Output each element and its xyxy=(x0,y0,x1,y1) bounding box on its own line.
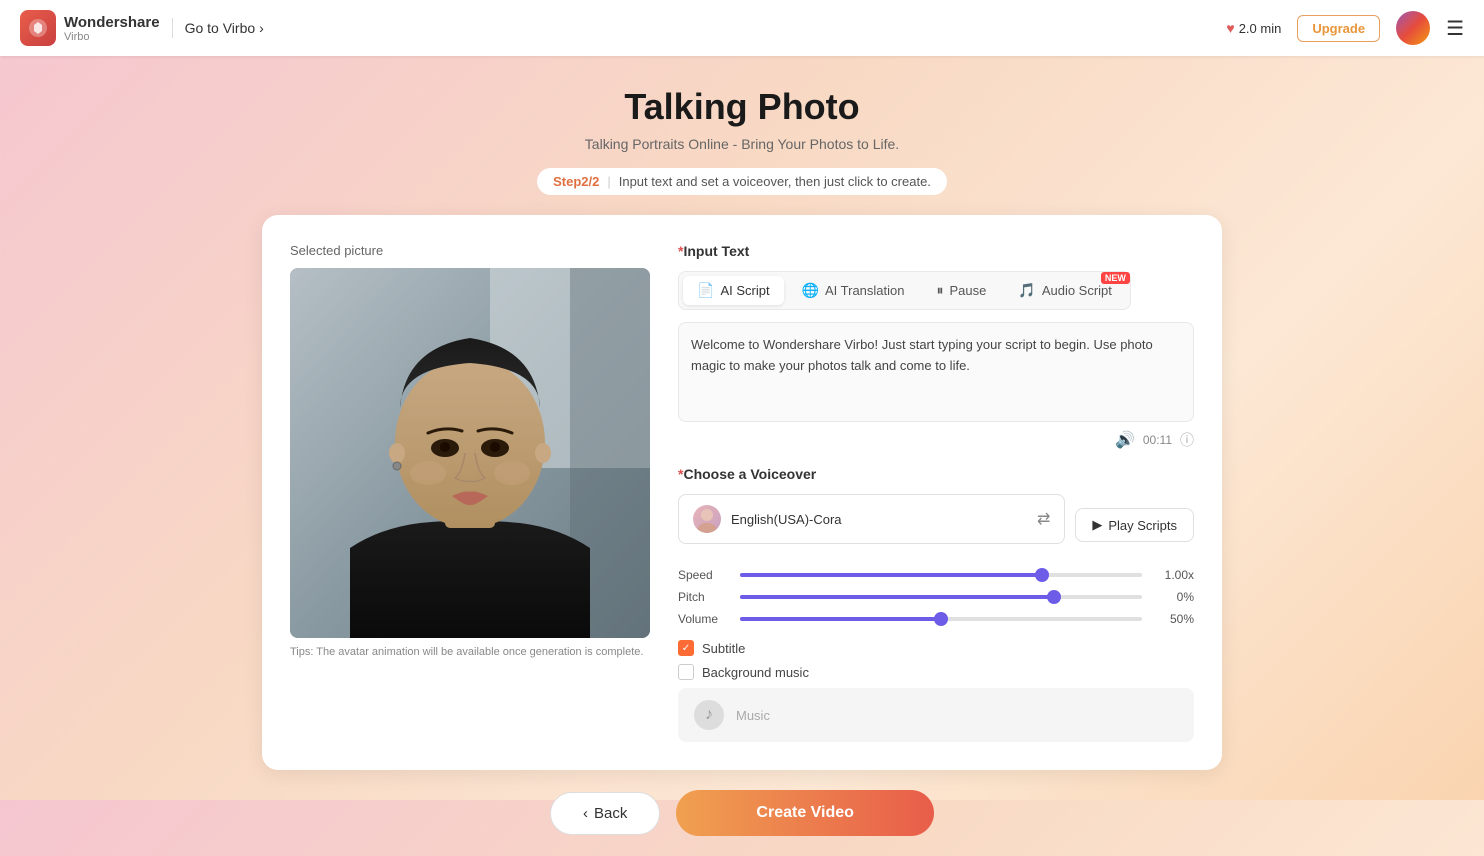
volume-thumb[interactable] xyxy=(934,612,948,626)
sound-icon: 🔊 xyxy=(1115,430,1135,450)
audio-script-icon: 🎵 xyxy=(1018,282,1035,299)
voiceover-selector[interactable]: English(USA)-Cora ⇄ xyxy=(678,494,1065,544)
volume-fill xyxy=(740,617,941,621)
info-icon: ⓘ xyxy=(1180,430,1194,450)
swap-icon: ⇄ xyxy=(1037,509,1050,529)
tab-ai-script[interactable]: 📄 AI Script xyxy=(683,276,784,305)
tab-ai-translation[interactable]: 🌐 AI Translation xyxy=(788,276,919,305)
pitch-slider-row: Pitch 0% xyxy=(678,590,1194,604)
hero-section: Talking Photo Talking Portraits Online -… xyxy=(537,56,947,215)
step-label: Step2/2 xyxy=(553,174,599,189)
ai-translation-icon: 🌐 xyxy=(802,282,819,299)
speed-value: 1.00x xyxy=(1154,568,1194,582)
volume-label: Volume xyxy=(678,612,728,626)
heart-icon: ♥ xyxy=(1226,20,1234,36)
selected-picture-label: Selected picture xyxy=(290,243,650,258)
pitch-thumb[interactable] xyxy=(1047,590,1061,604)
speed-fill xyxy=(740,573,1042,577)
logo-icon xyxy=(20,10,56,46)
text-area-actions: 🔊 00:11 ⓘ xyxy=(678,430,1194,450)
voiceover-section: *Choose a Voiceover English(USA)-Cora xyxy=(678,466,1194,626)
music-disc-icon: ♪ xyxy=(694,700,724,730)
tab-pause[interactable]: ⏸ Pause xyxy=(923,276,1001,305)
back-chevron: ‹ xyxy=(583,805,588,822)
play-scripts-button[interactable]: ▶ Play Scripts xyxy=(1075,508,1194,542)
user-avatar[interactable] xyxy=(1396,11,1430,45)
subtitle-label: Subtitle xyxy=(702,641,745,656)
subtitle-checkbox[interactable]: ✓ xyxy=(678,640,694,656)
voiceover-title: *Choose a Voiceover xyxy=(678,466,1194,482)
step-description: Input text and set a voiceover, then jus… xyxy=(619,174,931,189)
subtitle-row: ✓ Subtitle xyxy=(678,640,1194,656)
new-badge: NEW xyxy=(1101,272,1130,284)
pitch-track[interactable] xyxy=(740,595,1142,599)
pitch-label: Pitch xyxy=(678,590,728,604)
volume-track[interactable] xyxy=(740,617,1142,621)
main-card: Selected picture xyxy=(262,215,1222,770)
speed-slider-row: Speed 1.00x xyxy=(678,568,1194,582)
speed-label: Speed xyxy=(678,568,728,582)
page-title: Talking Photo xyxy=(537,86,947,128)
pitch-fill xyxy=(740,595,1054,599)
input-text-title: *Input Text xyxy=(678,243,1194,259)
header-right: ♥ 2.0 min Upgrade ☰ xyxy=(1226,11,1464,45)
logo: Wondershare Virbo xyxy=(20,10,160,46)
pause-icon: ⏸ xyxy=(937,282,944,299)
page-subtitle: Talking Portraits Online - Bring Your Ph… xyxy=(537,136,947,152)
voiceover-left: English(USA)-Cora xyxy=(693,505,842,533)
go-to-virbo-link[interactable]: Go to Virbo › xyxy=(185,20,264,36)
time-display: 00:11 xyxy=(1143,433,1172,447)
step-badge: Step2/2 | Input text and set a voiceover… xyxy=(537,168,947,195)
mins-badge: ♥ 2.0 min xyxy=(1226,20,1281,36)
tips-text: Tips: The avatar animation will be avail… xyxy=(290,646,650,658)
script-text-area[interactable]: Welcome to Wondershare Virbo! Just start… xyxy=(678,322,1194,422)
header-divider xyxy=(172,18,173,38)
bgmusic-checkbox[interactable] xyxy=(678,664,694,680)
volume-value: 50% xyxy=(1154,612,1194,626)
pitch-value: 0% xyxy=(1154,590,1194,604)
create-video-button[interactable]: Create Video xyxy=(676,790,934,836)
voice-name: English(USA)-Cora xyxy=(731,512,842,527)
voice-avatar xyxy=(693,505,721,533)
speed-track[interactable] xyxy=(740,573,1142,577)
bgmusic-row: Background music xyxy=(678,664,1194,680)
ai-script-icon: 📄 xyxy=(697,282,714,299)
back-button[interactable]: ‹ Back xyxy=(550,792,660,835)
speed-thumb[interactable] xyxy=(1035,568,1049,582)
header-left: Wondershare Virbo Go to Virbo › xyxy=(20,10,264,46)
header: Wondershare Virbo Go to Virbo › ♥ 2.0 mi… xyxy=(0,0,1484,56)
photo-container xyxy=(290,268,650,638)
music-placeholder-label: Music xyxy=(736,708,770,723)
main-content: Talking Photo Talking Portraits Online -… xyxy=(0,0,1484,800)
music-section: ♪ Music xyxy=(678,688,1194,742)
brand-text: Wondershare Virbo xyxy=(64,14,160,43)
menu-icon[interactable]: ☰ xyxy=(1446,16,1464,41)
volume-slider-row: Volume 50% xyxy=(678,612,1194,626)
script-text-content: Welcome to Wondershare Virbo! Just start… xyxy=(691,335,1181,377)
script-tabs: 📄 AI Script 🌐 AI Translation ⏸ Pause 🎵 A… xyxy=(678,271,1131,310)
right-panel: *Input Text 📄 AI Script 🌐 AI Translation… xyxy=(678,243,1194,742)
play-icon: ▶ xyxy=(1092,517,1102,533)
upgrade-button[interactable]: Upgrade xyxy=(1297,15,1380,42)
tab-audio-script[interactable]: 🎵 Audio Script NEW xyxy=(1004,276,1126,305)
bgmusic-label: Background music xyxy=(702,665,809,680)
left-panel: Selected picture xyxy=(290,243,650,742)
